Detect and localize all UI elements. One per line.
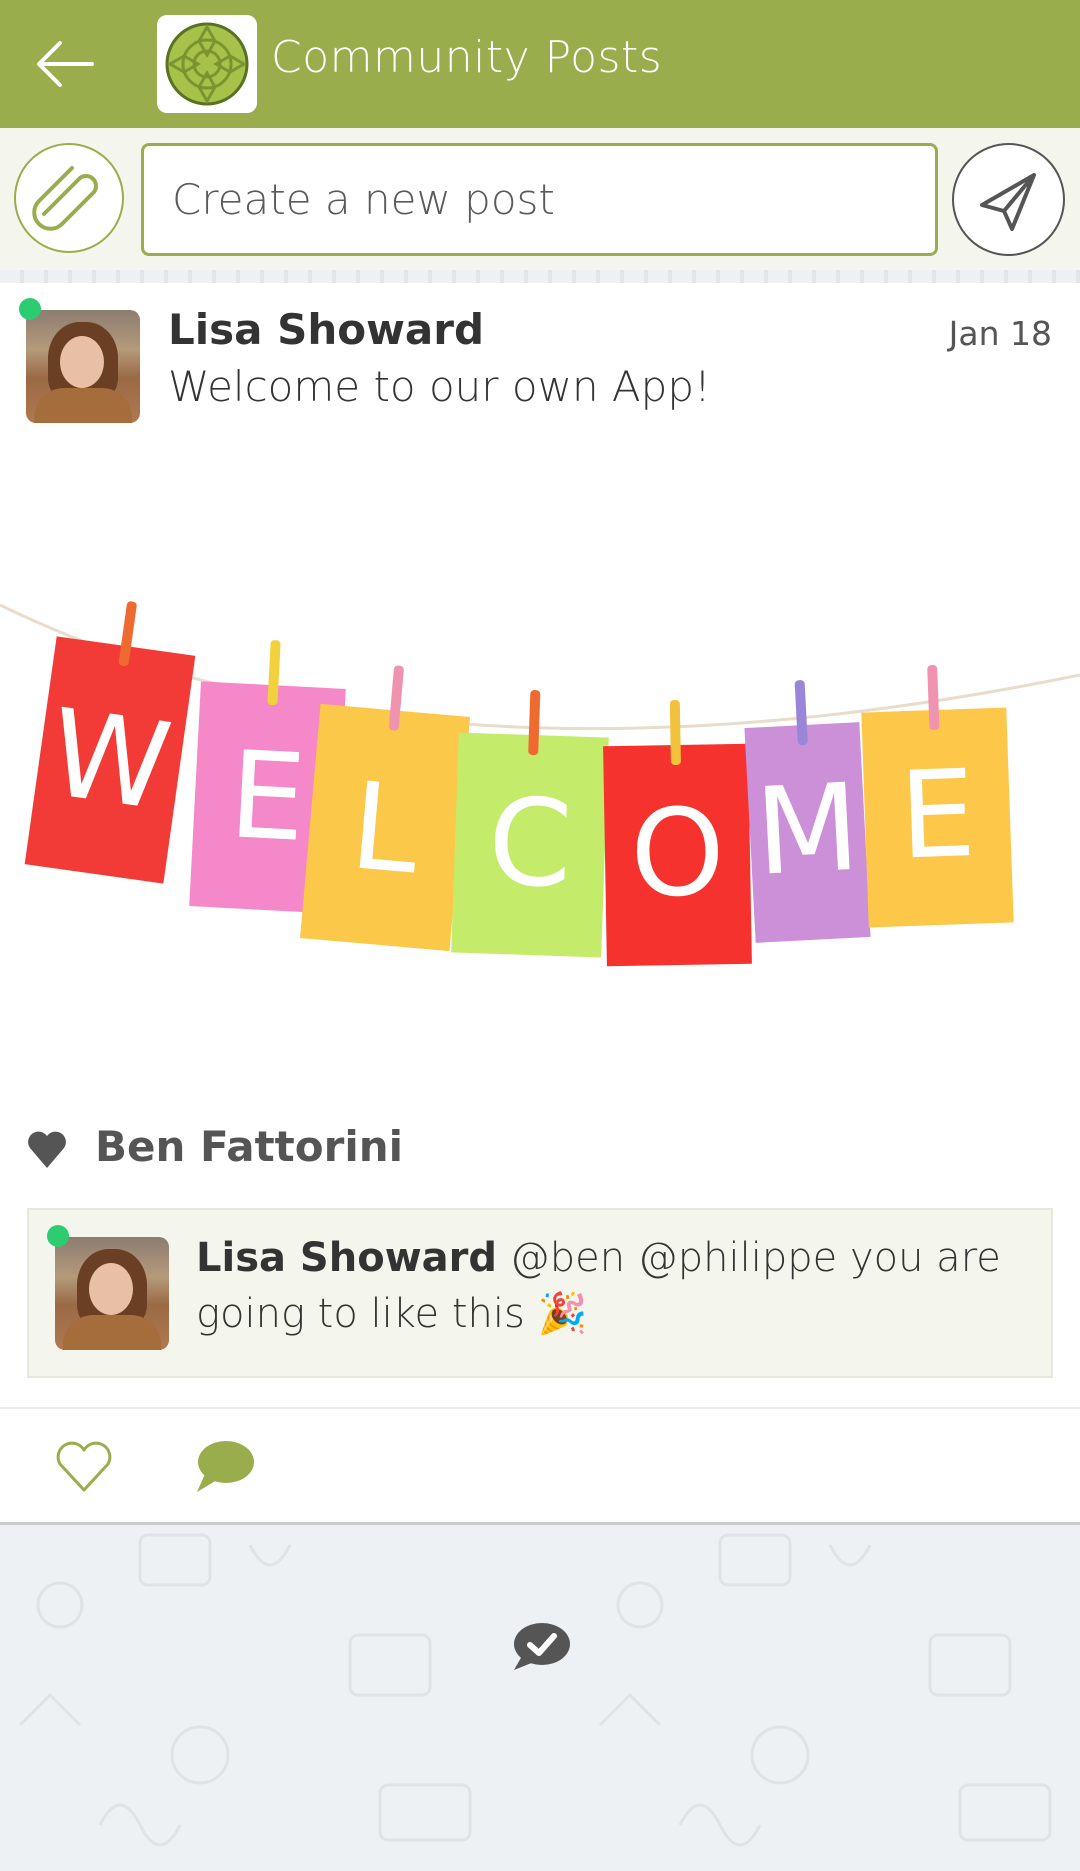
heart-outline-icon xyxy=(56,1441,112,1492)
card-letter: W xyxy=(41,684,178,838)
arrow-left-icon xyxy=(37,41,94,87)
celtic-knot-logo-icon xyxy=(165,22,249,106)
card-letter: L xyxy=(345,757,424,901)
letter-card: W xyxy=(24,601,196,884)
app-header: Community Posts xyxy=(0,0,1080,128)
send-button[interactable] xyxy=(952,143,1065,256)
post-author[interactable]: Lisa Showard xyxy=(168,305,484,354)
clothespin xyxy=(669,700,681,766)
online-indicator xyxy=(19,298,41,320)
post-image[interactable]: WELCOME xyxy=(0,560,1080,980)
card-letter: O xyxy=(629,784,726,925)
back-button[interactable] xyxy=(30,30,100,100)
card-letter: M xyxy=(752,759,863,903)
pattern-divider xyxy=(0,270,1080,283)
page-title: Community Posts xyxy=(271,32,663,83)
author-avatar[interactable] xyxy=(26,310,140,423)
liked-by[interactable]: Ben Fattorini xyxy=(95,1122,403,1171)
heart-filled-icon xyxy=(26,1130,68,1170)
paperclip-icon xyxy=(32,166,98,231)
comment-body: Lisa Showard @ben @philippe you are goin… xyxy=(196,1230,1016,1342)
letter-card: E xyxy=(861,665,1014,928)
card-letter: E xyxy=(897,745,978,887)
new-post-input[interactable] xyxy=(141,143,938,256)
like-button[interactable] xyxy=(52,1438,116,1496)
comment-button[interactable] xyxy=(193,1438,255,1496)
chat-check-icon xyxy=(508,1620,572,1676)
comment-avatar[interactable] xyxy=(55,1237,169,1350)
speech-bubble-icon xyxy=(197,1441,254,1492)
card-letter: E xyxy=(226,726,309,869)
online-indicator xyxy=(47,1225,69,1247)
post-message: Welcome to our own App! xyxy=(168,362,711,411)
card-letter: C xyxy=(486,773,575,915)
letter-card: O xyxy=(603,700,752,967)
attach-button[interactable] xyxy=(14,143,124,253)
paper-plane-icon xyxy=(980,173,1036,231)
divider xyxy=(0,1407,1080,1409)
letter-card: M xyxy=(744,680,871,943)
community-logo xyxy=(157,15,257,113)
doodle-pattern xyxy=(18,1533,1052,1847)
comment-author[interactable]: Lisa Showard xyxy=(196,1235,497,1281)
background-pattern xyxy=(0,1525,1080,1867)
post-date: Jan 18 xyxy=(948,314,1052,353)
welcome-banner-image: WELCOME xyxy=(0,601,1080,967)
